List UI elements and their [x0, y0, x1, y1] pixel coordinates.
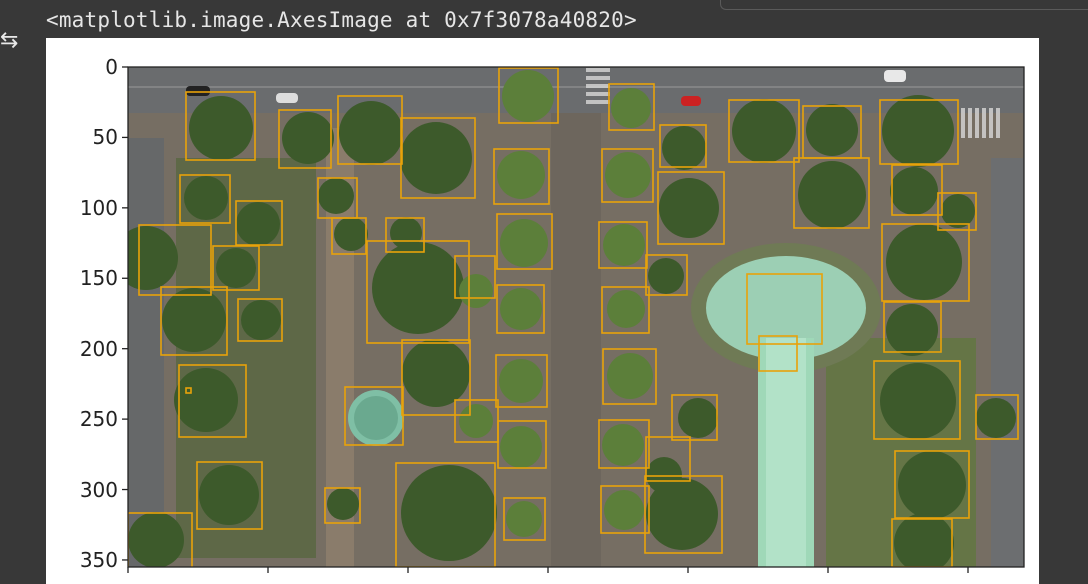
- y-tick-label: 100: [79, 195, 118, 220]
- y-tick-label: 250: [79, 407, 118, 432]
- cell-frame: [720, 0, 1088, 10]
- y-tick-label: 50: [92, 125, 118, 150]
- y-tick-label: 150: [79, 266, 118, 291]
- y-tick-label: 350: [79, 547, 118, 572]
- plot-canvas: [122, 66, 1025, 573]
- aerial-image: [128, 67, 1024, 567]
- output-repr-text: <matplotlib.image.AxesImage at 0x7f3078a…: [46, 8, 637, 32]
- y-tick-label: 300: [79, 477, 118, 502]
- output-scroll-area: [1039, 38, 1088, 584]
- matplotlib-figure: 0 50 100 150 200 250 300 350: [46, 38, 1039, 584]
- output-toggle-icon[interactable]: ⇆: [0, 26, 22, 56]
- y-tick-label: 200: [79, 336, 118, 361]
- y-tick-label: 0: [105, 55, 118, 79]
